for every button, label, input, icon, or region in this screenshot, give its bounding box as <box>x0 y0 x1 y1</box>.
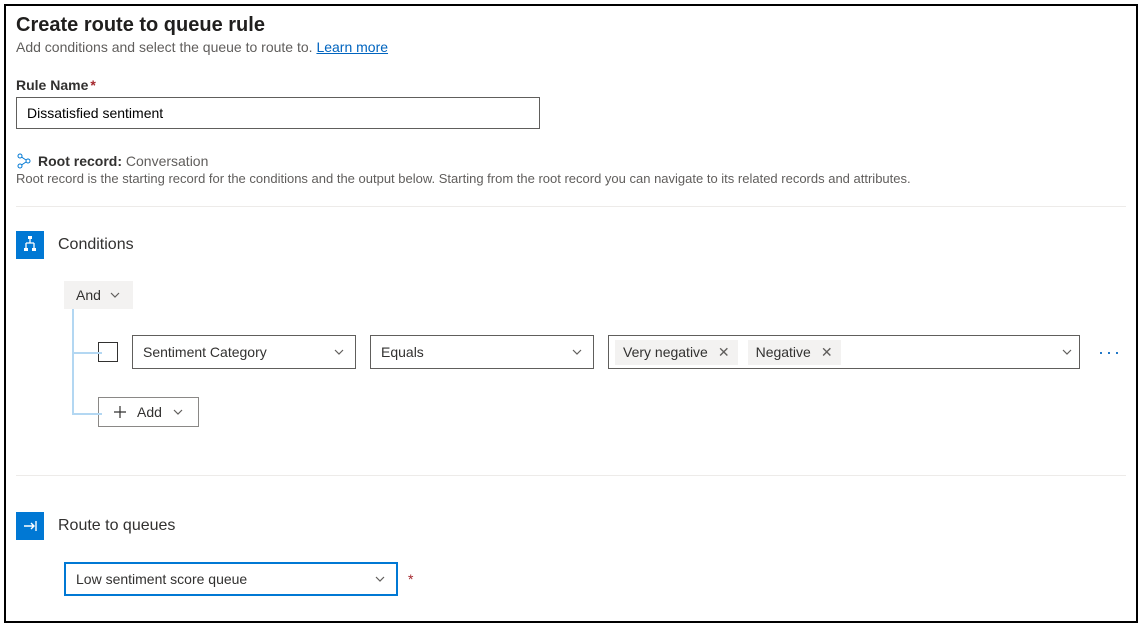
conditions-section-header: Conditions <box>16 231 1126 259</box>
tree-line <box>72 413 102 415</box>
chevron-down-icon <box>109 289 121 301</box>
value-tag: Negative ✕ <box>748 340 841 365</box>
tree-line <box>72 309 74 415</box>
route-title: Route to queues <box>58 517 175 535</box>
group-operator-label: And <box>76 287 101 303</box>
condition-row: Sentiment Category Equals Very negative … <box>98 309 1126 369</box>
route-icon <box>16 512 44 540</box>
root-record-value: Conversation <box>126 153 209 169</box>
condition-block: And Sentiment Category Equals <box>64 281 1126 467</box>
value-tag-label: Very negative <box>623 344 708 360</box>
page-title: Create route to queue rule <box>16 14 1126 37</box>
chevron-down-icon <box>172 406 184 418</box>
root-record-label-text: Root record: <box>38 153 122 169</box>
condition-more-button[interactable]: ··· <box>1094 342 1126 363</box>
divider <box>16 475 1126 476</box>
rule-name-input[interactable] <box>16 97 540 129</box>
add-condition-button[interactable]: Add <box>98 397 199 427</box>
page-subtitle: Add conditions and select the queue to r… <box>16 39 1126 55</box>
plus-icon <box>113 405 127 419</box>
add-button-label: Add <box>137 404 162 420</box>
chevron-down-icon <box>571 346 583 358</box>
remove-tag-icon[interactable]: ✕ <box>821 344 833 361</box>
value-tag: Very negative ✕ <box>615 340 738 365</box>
chevron-down-icon <box>333 346 345 358</box>
root-record-label: Root record: Conversation <box>38 153 208 169</box>
required-indicator: * <box>90 77 95 93</box>
queue-select-value: Low sentiment score queue <box>76 571 247 587</box>
queue-select[interactable]: Low sentiment score queue <box>64 562 398 596</box>
condition-value-multiselect[interactable]: Very negative ✕ Negative ✕ <box>608 335 1080 369</box>
required-indicator: * <box>408 571 413 587</box>
dialog-create-route-rule: Create route to queue rule Add condition… <box>4 4 1138 623</box>
value-tag-label: Negative <box>756 344 811 360</box>
root-record-help: Root record is the starting record for t… <box>16 171 1126 186</box>
condition-operator-value: Equals <box>381 344 424 360</box>
remove-tag-icon[interactable]: ✕ <box>718 344 730 361</box>
rule-name-label: Rule Name* <box>16 77 1126 93</box>
condition-field-value: Sentiment Category <box>143 344 267 360</box>
subtitle-text: Add conditions and select the queue to r… <box>16 39 316 55</box>
conditions-icon <box>16 231 44 259</box>
route-section-header: Route to queues <box>16 512 1126 540</box>
hierarchy-icon <box>16 153 32 169</box>
chevron-down-icon <box>374 573 386 585</box>
queue-select-row: Low sentiment score queue * <box>64 562 1126 596</box>
learn-more-link[interactable]: Learn more <box>316 39 388 55</box>
tree-line <box>72 352 102 354</box>
root-record-row: Root record: Conversation <box>16 153 1126 169</box>
divider <box>16 206 1126 207</box>
rule-name-label-text: Rule Name <box>16 77 88 93</box>
condition-operator-select[interactable]: Equals <box>370 335 594 369</box>
conditions-title: Conditions <box>58 236 134 254</box>
group-operator-button[interactable]: And <box>64 281 133 309</box>
condition-tree: Sentiment Category Equals Very negative … <box>64 309 1126 467</box>
add-condition-row: Add <box>98 369 1126 467</box>
condition-field-select[interactable]: Sentiment Category <box>132 335 356 369</box>
chevron-down-icon <box>1061 346 1073 358</box>
